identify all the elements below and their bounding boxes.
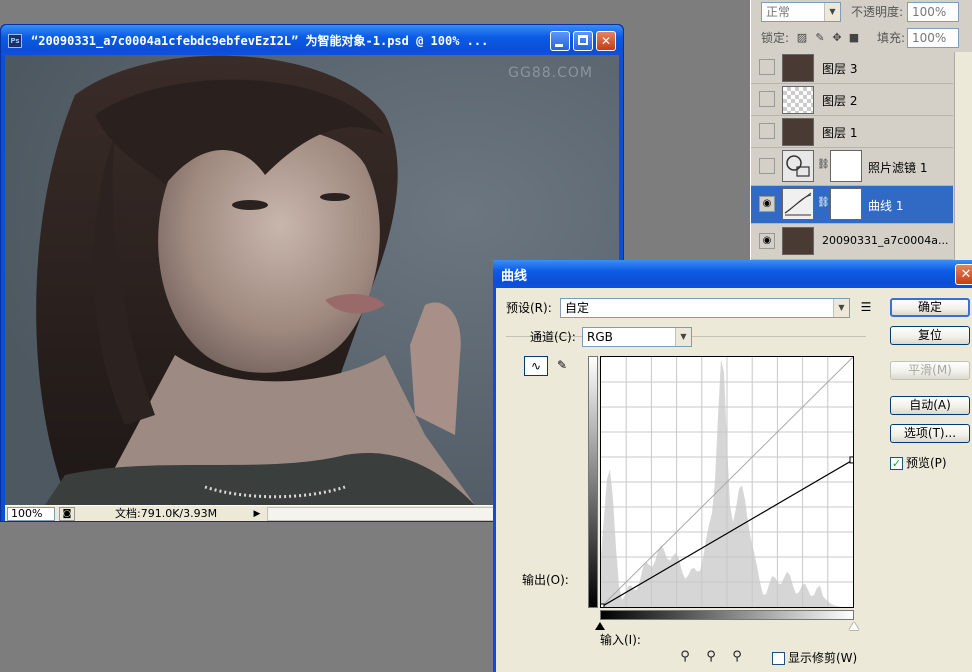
smooth-button[interactable]: 平滑(M)	[890, 361, 970, 380]
layer-row-layer2[interactable]: 图层 2	[751, 84, 953, 116]
input-gradient-bar	[600, 610, 854, 620]
gray-eyedropper-icon[interactable]: ⚲	[702, 648, 720, 666]
curves-adjustment-icon	[782, 188, 814, 220]
link-icon: ⛓	[817, 159, 830, 170]
layer-thumbnail	[782, 227, 814, 255]
lock-label: 锁定:	[761, 31, 790, 45]
channel-value: RGB	[587, 330, 613, 344]
visibility-toggle[interactable]	[759, 59, 775, 75]
link-icon: ⛓	[817, 197, 830, 208]
layers-vertical-scrollbar[interactable]	[954, 52, 972, 262]
white-point-slider[interactable]	[849, 622, 859, 630]
preset-options-icon[interactable]: ☰	[854, 298, 878, 318]
curve-point-tool-icon[interactable]: ∿	[524, 356, 548, 376]
channel-label: 通道(C):	[530, 330, 576, 344]
layer-row-photo-filter[interactable]: ⛓ 照片滤镜 1	[751, 148, 953, 186]
maximize-button[interactable]	[573, 31, 593, 51]
auto-button[interactable]: 自动(A)	[890, 396, 970, 415]
watermark-text: GG88.COM	[508, 65, 593, 81]
close-icon: ✕	[600, 34, 612, 48]
minimize-button[interactable]	[550, 31, 570, 51]
fill-label: 填充:	[877, 31, 906, 45]
layer-thumbnail	[782, 86, 814, 114]
lock-image-icon[interactable]: ✎	[814, 32, 826, 44]
show-clipping-label: 显示修剪(W)	[788, 651, 858, 665]
eye-icon[interactable]: ◉	[759, 233, 775, 249]
options-button[interactable]: 选项(T)...	[890, 424, 970, 443]
maximize-icon	[578, 35, 588, 45]
input-label: 输入(I):	[600, 633, 641, 647]
opacity-label: 不透明度:	[851, 5, 904, 19]
white-eyedropper-icon[interactable]: ⚲	[728, 648, 746, 666]
reset-button[interactable]: 复位	[890, 326, 970, 345]
preset-label: 预设(R):	[506, 301, 552, 315]
layer-row-layer3[interactable]: 图层 3	[751, 52, 953, 84]
fill-value: 100%	[912, 31, 947, 45]
layer-mask-thumbnail	[830, 188, 862, 220]
opacity-field[interactable]: 100%	[907, 2, 959, 22]
zoom-level-field[interactable]: 100%	[7, 507, 55, 521]
blend-mode-value: 正常	[766, 5, 791, 19]
curves-graph[interactable]	[600, 356, 854, 608]
fill-field[interactable]: 100%	[907, 28, 959, 48]
close-button[interactable]: ✕	[596, 31, 616, 51]
channel-select[interactable]: RGB ▼	[582, 327, 692, 347]
visibility-toggle[interactable]	[759, 123, 775, 139]
layer-name: 图层 2	[822, 94, 858, 108]
output-label: 输出(O):	[522, 573, 569, 587]
visibility-toggle[interactable]	[759, 91, 775, 107]
curves-graph-svg[interactable]	[601, 357, 853, 607]
photo-filter-adjustment-icon	[782, 150, 814, 182]
output-gradient-bar	[588, 356, 598, 608]
minimize-icon	[555, 44, 563, 47]
layer-mask-thumbnail	[830, 150, 862, 182]
layer-row-layer1[interactable]: 图层 1	[751, 116, 953, 148]
preset-select[interactable]: 自定 ▼	[560, 298, 850, 318]
chevron-down-icon: ▼	[824, 3, 840, 21]
document-title: “20090331_a7c0004a1cfebdc9ebfevEzI2L” 为智…	[31, 34, 489, 48]
dialog-close-button[interactable]: ✕	[955, 264, 972, 285]
layer-name: 照片滤镜 1	[868, 161, 928, 175]
layer-name: 20090331_a7c0004a...	[822, 234, 949, 247]
layer-row-background-photo[interactable]: ◉ 20090331_a7c0004a...	[751, 224, 953, 260]
layer-name: 曲线 1	[868, 199, 904, 213]
black-eyedropper-icon[interactable]: ⚲	[676, 648, 694, 666]
preview-label: 预览(P)	[906, 456, 947, 470]
layer-thumbnail	[782, 54, 814, 82]
dialog-title: 曲线	[501, 269, 528, 284]
eye-icon[interactable]: ◉	[759, 196, 775, 212]
document-size-info: 文档:791.0K/3.93M	[115, 507, 218, 520]
layers-panel: 正常 ▼ 不透明度: 100% 锁定: ▨ ✎ ✥ ■ 填充: 100% 图层 …	[750, 0, 972, 262]
document-titlebar[interactable]: Ps “20090331_a7c0004a1cfebdc9ebfevEzI2L”…	[1, 25, 623, 55]
curves-dialog: 曲线 ✕ 预设(R): 自定 ▼ ☰ 通道(C): RGB ▼ ∿ ✎ 输出(O…	[493, 260, 972, 672]
layer-name: 图层 3	[822, 62, 858, 76]
photoshop-app-icon: Ps	[8, 34, 22, 48]
ok-button[interactable]: 确定	[890, 298, 970, 317]
status-arrow-button[interactable]: ▶	[251, 507, 263, 521]
visibility-toggle[interactable]	[759, 158, 775, 174]
layer-row-curves[interactable]: ◉ ⛓ 曲线 1	[751, 186, 953, 224]
lock-position-icon[interactable]: ✥	[831, 32, 843, 44]
lock-all-icon[interactable]: ■	[848, 32, 860, 44]
lock-transparent-icon[interactable]: ▨	[796, 32, 808, 44]
status-menu-button[interactable]: ◙	[59, 507, 75, 521]
curve-control-point[interactable]	[849, 456, 853, 464]
pencil-icon[interactable]: ✎	[550, 356, 574, 376]
blend-mode-select[interactable]: 正常 ▼	[761, 2, 841, 22]
chevron-down-icon: ▼	[675, 328, 691, 346]
curve-control-point[interactable]	[601, 603, 605, 607]
black-point-slider[interactable]	[595, 622, 605, 630]
layer-thumbnail	[782, 118, 814, 146]
show-clipping-checkbox[interactable]	[772, 652, 785, 665]
chevron-down-icon: ▼	[833, 299, 849, 317]
opacity-value: 100%	[912, 5, 947, 19]
layer-name: 图层 1	[822, 126, 858, 140]
preset-value: 自定	[565, 301, 590, 315]
preview-checkbox[interactable]: ✓	[890, 457, 903, 470]
curves-titlebar[interactable]: 曲线 ✕	[493, 260, 972, 288]
